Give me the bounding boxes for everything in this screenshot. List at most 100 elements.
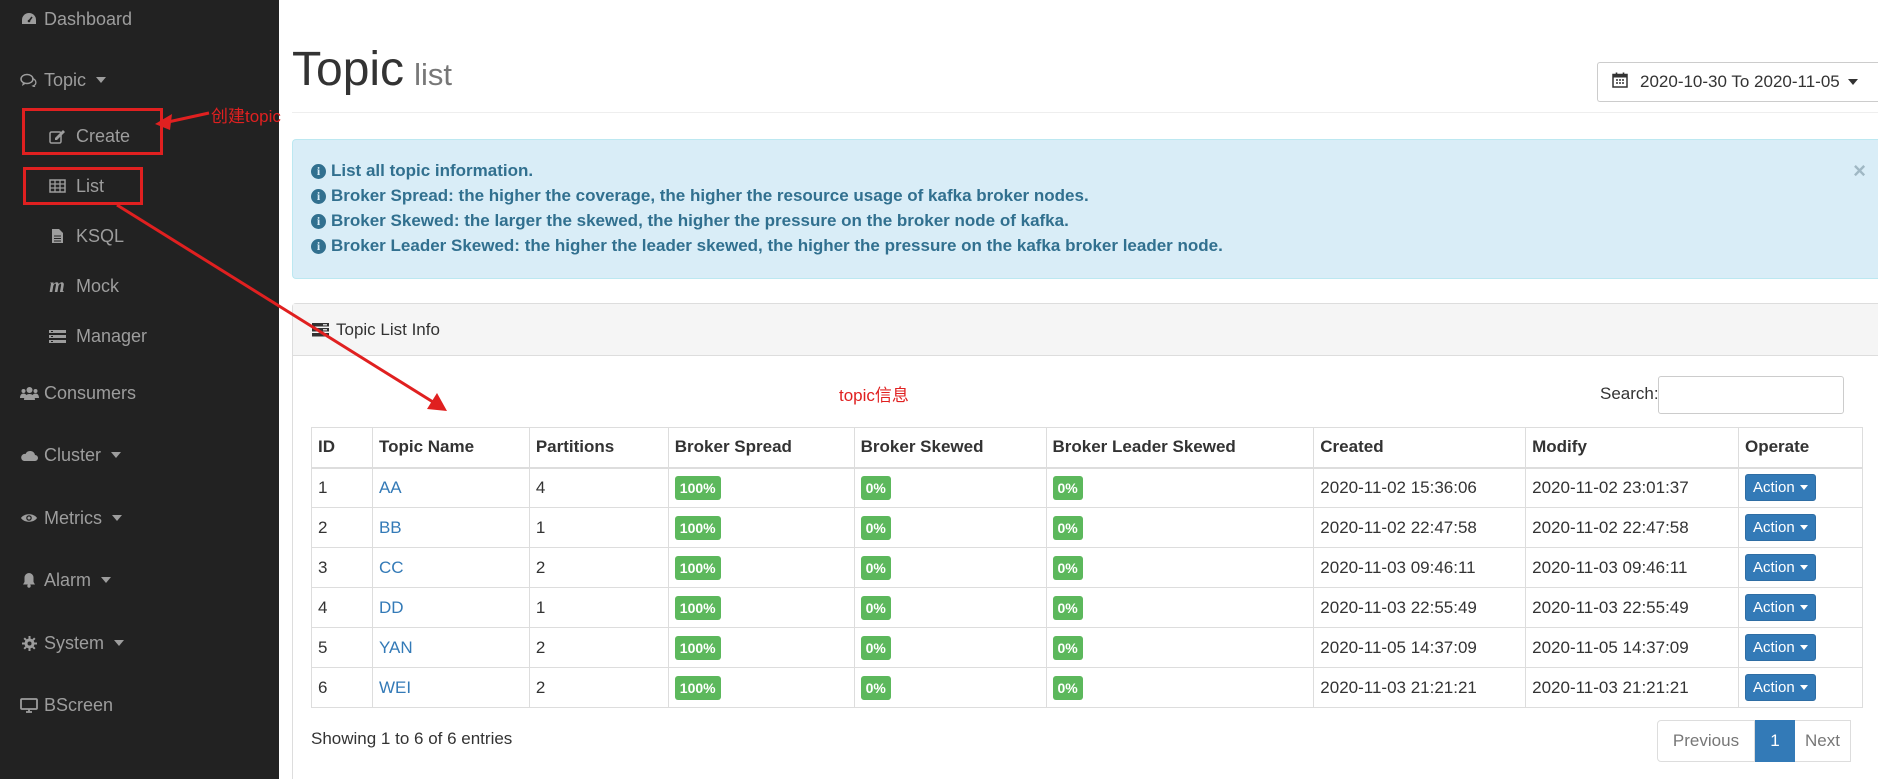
cell-broker-skewed: 0%	[853, 547, 1047, 588]
info-icon: i	[311, 188, 326, 204]
cell-broker-skewed: 0%	[853, 667, 1047, 708]
comments-icon	[18, 73, 40, 87]
cell-broker-skewed: 0%	[853, 467, 1047, 508]
pagination: Previous 1 Next	[1657, 720, 1851, 762]
sidebar-item-manager[interactable]: Manager	[0, 311, 279, 361]
gear-icon	[18, 635, 40, 651]
action-button[interactable]: Action	[1744, 674, 1816, 701]
column-header-broker-spread[interactable]: Broker Spread	[667, 427, 855, 469]
cell-broker-spread: 100%	[667, 587, 855, 628]
panel-heading: Topic List Info	[293, 304, 1878, 356]
pagination-next[interactable]: Next	[1795, 720, 1851, 762]
users-icon	[18, 386, 40, 400]
skewed-badge: 0%	[860, 595, 891, 620]
topic-link[interactable]: DD	[379, 598, 404, 617]
sidebar-item-system[interactable]: System	[0, 618, 279, 668]
skewed-badge: 0%	[860, 515, 891, 540]
cell-broker-leader-skewed: 0%	[1045, 467, 1315, 508]
cell-broker-skewed: 0%	[853, 507, 1047, 548]
cell-operate: Action	[1737, 587, 1864, 628]
action-button[interactable]: Action	[1744, 554, 1816, 581]
chevron-down-icon	[1847, 79, 1858, 85]
column-header-broker-skewed[interactable]: Broker Skewed	[853, 427, 1047, 469]
cell-partitions: 2	[528, 547, 669, 588]
column-header-partitions[interactable]: Partitions	[528, 427, 669, 469]
sidebar-item-cluster[interactable]: Cluster	[0, 430, 279, 480]
cell-broker-skewed: 0%	[853, 587, 1047, 628]
topic-table: ID Topic Name Partitions Broker Spread B…	[311, 427, 1864, 708]
column-header-modify[interactable]: Modify	[1525, 427, 1739, 469]
sidebar-item-label: Manager	[76, 325, 148, 346]
sidebar-item-ksql[interactable]: KSQL	[0, 211, 279, 261]
eye-icon	[18, 512, 40, 524]
table-row: 1 AA 4 100% 0% 0% 2020-11-02 15:36:06 20…	[311, 467, 1864, 508]
table-row: 6 WEI 2 100% 0% 0% 2020-11-03 21:21:21 2…	[311, 667, 1864, 708]
alert-line: i Broker Leader Skewed: the higher the le…	[311, 236, 1223, 256]
sidebar-item-label: Metrics	[44, 507, 102, 528]
cell-modify: 2020-11-02 23:01:37	[1525, 467, 1739, 508]
leader-skewed-badge: 0%	[1052, 515, 1083, 540]
info-icon: i	[311, 238, 326, 254]
sidebar-item-mock[interactable]: m Mock	[0, 261, 279, 311]
spread-badge: 100%	[674, 635, 721, 660]
chevron-down-icon	[114, 640, 125, 646]
list-icon	[46, 329, 68, 343]
pagination-previous[interactable]: Previous	[1657, 720, 1755, 762]
cell-created: 2020-11-03 22:55:49	[1313, 587, 1527, 628]
cell-created: 2020-11-02 15:36:06	[1313, 467, 1527, 508]
info-icon: i	[311, 213, 326, 229]
cell-modify: 2020-11-03 09:46:11	[1525, 547, 1739, 588]
cell-broker-spread: 100%	[667, 627, 855, 668]
topic-link[interactable]: YAN	[379, 638, 413, 657]
calendar-icon	[1612, 72, 1628, 93]
sidebar-item-label: Alarm	[44, 569, 92, 590]
skewed-badge: 0%	[860, 675, 891, 700]
annotation-create-topic: 创建topic	[211, 107, 281, 126]
spread-badge: 100%	[674, 475, 721, 500]
chevron-down-icon	[101, 577, 112, 583]
sidebar-item-bscreen[interactable]: BScreen	[0, 680, 279, 730]
topic-link[interactable]: WEI	[379, 678, 411, 697]
pagination-page[interactable]: 1	[1755, 720, 1795, 762]
panel-title: Topic List Info	[336, 319, 440, 339]
cell-broker-spread: 100%	[667, 667, 855, 708]
column-header-created[interactable]: Created	[1313, 427, 1527, 469]
action-button[interactable]: Action	[1744, 514, 1816, 541]
chevron-down-icon	[1799, 565, 1808, 570]
action-button[interactable]: Action	[1744, 594, 1816, 621]
sidebar-item-dashboard[interactable]: Dashboard	[0, 0, 279, 44]
column-header-operate[interactable]: Operate	[1737, 427, 1864, 469]
spread-badge: 100%	[674, 675, 721, 700]
server-icon	[312, 322, 329, 337]
cell-operate: Action	[1737, 467, 1864, 508]
column-header-topic-name[interactable]: Topic Name	[371, 427, 530, 469]
close-icon[interactable]: ×	[1853, 158, 1866, 184]
info-icon: i	[311, 163, 326, 179]
sidebar-item-alarm[interactable]: Alarm	[0, 555, 279, 605]
sidebar-item-label: Topic	[44, 69, 87, 90]
leader-skewed-badge: 0%	[1052, 595, 1083, 620]
desktop-icon	[18, 697, 40, 713]
chevron-down-icon	[1799, 685, 1808, 690]
sidebar-item-consumers[interactable]: Consumers	[0, 368, 279, 418]
column-header-broker-leader-skewed[interactable]: Broker Leader Skewed	[1045, 427, 1315, 469]
sidebar-item-topic[interactable]: Topic	[0, 55, 279, 105]
date-range-picker[interactable]: 2020-10-30 To 2020-11-05	[1597, 62, 1878, 102]
search-input[interactable]	[1658, 376, 1844, 414]
topic-link[interactable]: AA	[379, 478, 402, 497]
sidebar-item-label: Cluster	[44, 444, 102, 465]
table-row: 2 BB 1 100% 0% 0% 2020-11-02 22:47:58 20…	[311, 507, 1864, 548]
action-button[interactable]: Action	[1744, 474, 1816, 502]
topic-link[interactable]: CC	[379, 558, 404, 577]
column-header-id[interactable]: ID	[311, 427, 373, 469]
topic-link[interactable]: BB	[379, 518, 402, 537]
sidebar-item-metrics[interactable]: Metrics	[0, 493, 279, 543]
cell-id: 2	[311, 507, 373, 548]
sidebar-item-label: System	[44, 632, 105, 653]
cloud-icon	[18, 449, 40, 462]
cell-created: 2020-11-03 21:21:21	[1313, 667, 1527, 708]
leader-skewed-badge: 0%	[1052, 635, 1083, 660]
file-icon	[46, 228, 68, 244]
action-button[interactable]: Action	[1744, 634, 1816, 661]
alert-line: i List all topic information.	[311, 161, 533, 181]
